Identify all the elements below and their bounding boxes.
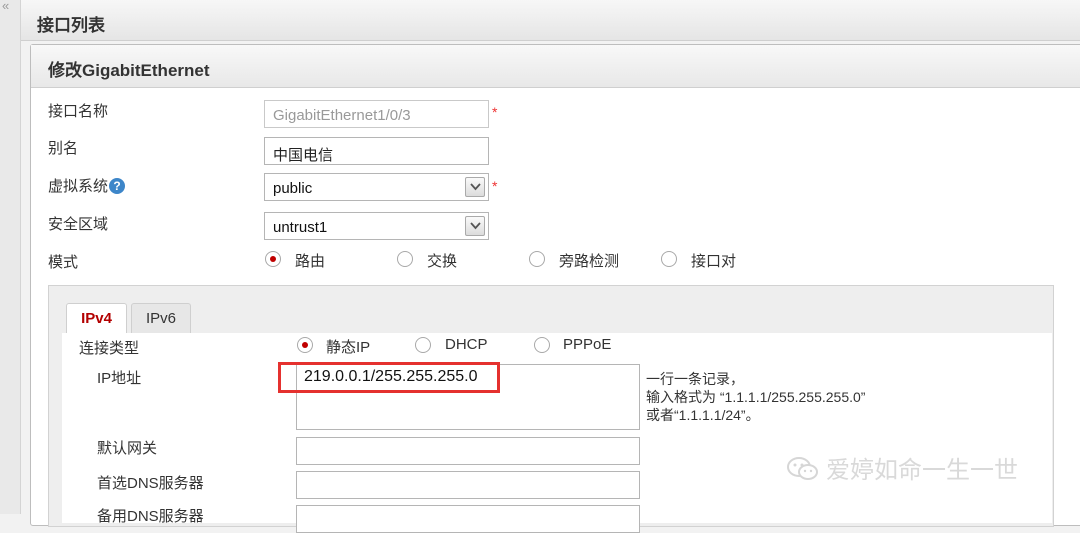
mode-radio-route[interactable] [265, 251, 281, 267]
chat-bubble-icon [787, 457, 818, 480]
zone-select-value: untrust1 [273, 219, 328, 236]
interface-name-label: 接口名称 [48, 103, 109, 120]
conn-option-label: DHCP [445, 336, 488, 353]
mode-label: 模式 [48, 254, 79, 271]
vsys-select[interactable]: public [264, 173, 489, 201]
ip-address-label: IP地址 [97, 370, 142, 387]
gateway-label: 默认网关 [97, 440, 158, 457]
mode-option-label: 交换 [427, 253, 458, 270]
required-mark: * [492, 104, 498, 120]
mode-radio-switch[interactable] [397, 251, 413, 267]
conn-type-label: 连接类型 [79, 340, 140, 357]
watermark: 爱婷如命一生一世 [786, 450, 1018, 485]
mode-option-label: 旁路检测 [559, 253, 620, 270]
conn-radio-static[interactable] [297, 337, 313, 353]
hint-line: 一行一条记录， [646, 371, 744, 387]
chevron-down-icon[interactable] [465, 216, 485, 236]
vsys-label-text: 虚拟系统 [48, 178, 109, 195]
dns2-label: 备用DNS服务器 [97, 508, 204, 525]
conn-option-label: 静态IP [326, 339, 371, 356]
zone-select[interactable]: untrust1 [264, 212, 489, 240]
mode-option-label: 路由 [295, 253, 326, 270]
chevron-down-icon[interactable] [465, 177, 485, 197]
gateway-input[interactable] [296, 437, 640, 465]
watermark-text: 爱婷如命一生一世 [826, 457, 1018, 484]
dialog-header: 修改GigabitEthernet [31, 45, 1080, 88]
alias-input[interactable]: 中国电信 [264, 137, 489, 165]
mode-radio-pair[interactable] [661, 251, 677, 267]
collapse-icon[interactable]: « [2, 0, 9, 13]
interface-list-header: 接口列表 [21, 0, 1080, 41]
conn-radio-pppoe[interactable] [534, 337, 550, 353]
required-mark: * [492, 178, 498, 194]
zone-label: 安全区域 [48, 216, 109, 233]
hint-line: 输入格式为 “1.1.1.1/255.255.255.0” [646, 389, 866, 405]
vsys-label: 虚拟系统? [48, 175, 126, 196]
mode-option-label: 接口对 [691, 253, 737, 270]
tab-ipv6[interactable]: IPv6 [131, 303, 191, 334]
alias-label: 别名 [48, 140, 79, 157]
section-title: 接口列表 [37, 16, 105, 35]
ip-format-hint: 一行一条记录， 输入格式为 “1.1.1.1/255.255.255.0” 或者… [646, 370, 865, 424]
help-icon[interactable]: ? [109, 178, 126, 194]
ip-address-highlight[interactable]: 219.0.0.1/255.255.255.0 [278, 362, 500, 393]
dialog-title: 修改GigabitEthernet [48, 61, 210, 80]
left-collapse-strip[interactable]: « [0, 0, 21, 514]
vsys-select-value: public [273, 180, 313, 197]
interface-name-field: GigabitEthernet1/0/3 [264, 100, 489, 128]
dns1-label: 首选DNS服务器 [97, 475, 204, 492]
conn-radio-dhcp[interactable] [415, 337, 431, 353]
tab-ipv4[interactable]: IPv4 [66, 303, 127, 334]
hint-line: 或者“1.1.1.1/24”。 [646, 407, 760, 423]
dns1-input[interactable] [296, 471, 640, 499]
dns2-input[interactable] [296, 505, 640, 533]
conn-option-label: PPPoE [563, 336, 612, 353]
mode-radio-bypass[interactable] [529, 251, 545, 267]
